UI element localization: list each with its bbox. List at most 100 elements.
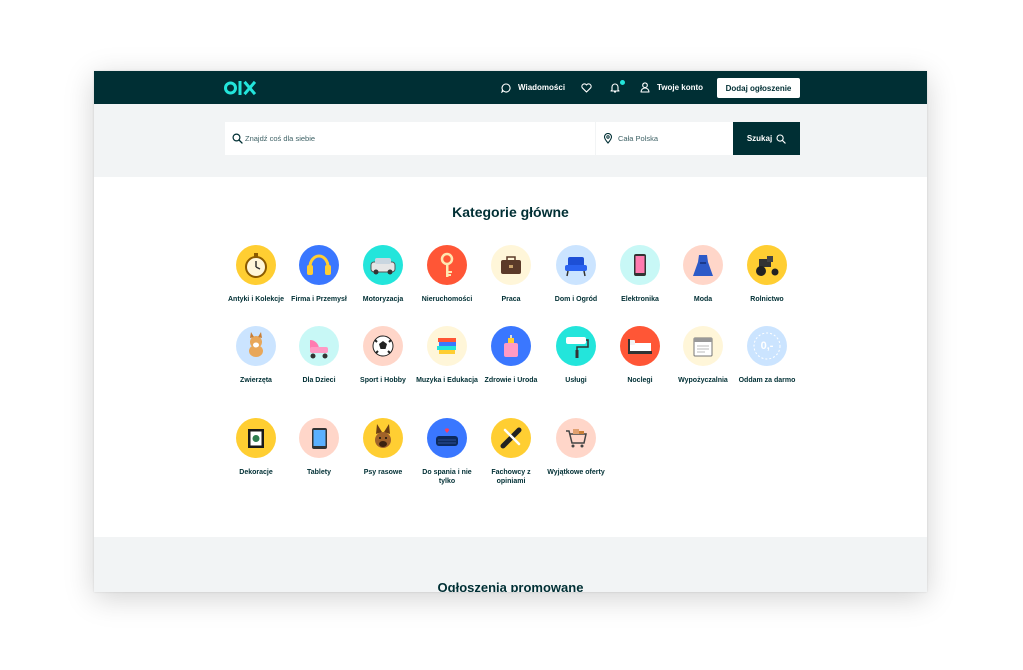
soccer-ball-icon <box>372 335 394 357</box>
category-label: Sport i Hobby <box>360 377 406 384</box>
category-label: Muzyka i Edukacja <box>416 377 478 384</box>
category-circle <box>491 326 531 366</box>
key-icon <box>440 252 454 277</box>
category-item[interactable]: Zwierzęta <box>224 326 288 385</box>
stroller-icon <box>310 340 328 359</box>
category-item[interactable]: Dom i Ogród <box>544 245 608 304</box>
category-label: Motoryzacja <box>362 296 404 303</box>
category-circle <box>491 418 531 458</box>
category-circle <box>427 326 467 366</box>
category-item[interactable]: Dekoracje <box>224 418 288 477</box>
category-item[interactable]: Motoryzacja <box>351 245 415 304</box>
category-circle <box>363 418 403 458</box>
category-item[interactable]: Fachowcy z opiniami <box>479 418 543 486</box>
notifications-link[interactable] <box>610 71 626 104</box>
category-item[interactable]: Dla Dzieci <box>287 326 351 385</box>
picture-frame-icon <box>248 429 264 448</box>
category-circle <box>363 326 403 366</box>
category-item[interactable]: Psy rasowe <box>351 418 415 477</box>
category-circle <box>236 245 276 285</box>
mattress-icon <box>436 428 458 446</box>
search-icon <box>776 133 786 144</box>
category-circle <box>427 418 467 458</box>
category-label: Psy rasowe <box>363 469 403 476</box>
category-circle <box>747 245 787 285</box>
price-badge: 0,- <box>760 340 774 352</box>
category-label: Firma i Przemysł <box>291 296 347 303</box>
category-item[interactable]: 0,- Oddam za darmo <box>735 326 799 385</box>
category-item[interactable]: Tablety <box>287 418 351 477</box>
category-circle <box>299 418 339 458</box>
category-circle <box>620 245 660 285</box>
tablet-icon <box>312 428 327 449</box>
category-label: Do spania i nie tylko <box>422 469 472 485</box>
category-label: Zdrowie i Uroda <box>484 377 538 384</box>
category-label: Noclegi <box>627 377 653 384</box>
chat-bubble-icon <box>501 82 511 93</box>
category-circle <box>683 245 723 285</box>
category-item[interactable]: Rolnictwo <box>735 245 799 304</box>
search-button-label: Szukaj <box>746 134 773 143</box>
category-item[interactable]: Do spania i nie tylko <box>415 418 479 486</box>
category-circle <box>620 326 660 366</box>
category-label: Oddam za darmo <box>738 377 796 384</box>
category-item[interactable]: Antyki i Kolekcje <box>224 245 288 304</box>
category-item[interactable]: Firma i Przemysł <box>287 245 351 304</box>
category-item[interactable]: Muzyka i Edukacja <box>415 326 479 385</box>
search-input[interactable] <box>245 122 585 155</box>
smartphone-icon <box>634 254 646 276</box>
category-item[interactable]: Nieruchomości <box>415 245 479 304</box>
category-circle <box>491 245 531 285</box>
category-label: Dekoracje <box>239 469 273 476</box>
category-label: Wypożyczalnia <box>678 377 728 384</box>
category-circle: 0,- <box>747 326 787 366</box>
search-divider <box>595 122 596 155</box>
category-item[interactable]: Wyjątkowe oferty <box>544 418 608 477</box>
category-circle <box>556 326 596 366</box>
books-icon <box>437 338 456 354</box>
promoted-title: Ogłoszenia promowane <box>437 580 584 592</box>
add-listing-button[interactable]: Dodaj ogłoszenie <box>717 78 800 98</box>
olx-logo[interactable] <box>224 79 260 97</box>
account-link[interactable]: Twoje konto <box>640 71 703 104</box>
user-icon <box>640 82 650 93</box>
category-label: Antyki i Kolekcje <box>227 296 285 303</box>
category-label: Moda <box>693 296 713 303</box>
dog-icon <box>249 332 263 357</box>
favorites-link[interactable] <box>581 71 592 104</box>
category-item[interactable]: Praca <box>479 245 543 304</box>
category-circle <box>236 418 276 458</box>
messages-link[interactable]: Wiadomości <box>501 71 565 104</box>
category-item[interactable]: Moda <box>671 245 735 304</box>
category-item[interactable]: Wypożyczalnia <box>671 326 735 385</box>
category-circle <box>683 326 723 366</box>
category-label: Tablety <box>307 469 331 476</box>
location-field[interactable]: Cała Polska <box>618 134 658 143</box>
top-navigation-bar: Wiadomości Twoje konto Dodaj ogłoszenie <box>94 71 927 104</box>
category-circle <box>556 245 596 285</box>
paint-roller-icon <box>566 337 589 358</box>
categories-title: Kategorie główne <box>452 204 569 220</box>
category-circle <box>236 326 276 366</box>
search-button[interactable]: Szukaj <box>733 122 800 155</box>
armchair-icon <box>565 257 587 277</box>
pocket-watch-icon <box>245 253 267 278</box>
heart-icon <box>581 82 592 93</box>
category-item[interactable]: Usługi <box>544 326 608 385</box>
notification-dot <box>619 79 626 86</box>
category-item[interactable]: Sport i Hobby <box>351 326 415 385</box>
category-label: Praca <box>501 296 521 303</box>
briefcase-icon <box>501 256 521 274</box>
category-circle <box>556 418 596 458</box>
browser-window: Wiadomości Twoje konto Dodaj ogłoszenie <box>94 71 927 592</box>
shopping-cart-icon <box>566 429 587 448</box>
category-label: Zwierzęta <box>240 377 272 384</box>
category-item[interactable]: Noclegi <box>608 326 672 385</box>
location-pin-icon <box>603 133 613 144</box>
category-item[interactable]: Zdrowie i Uroda <box>479 326 543 385</box>
car-icon <box>370 258 396 275</box>
category-item[interactable]: Elektronika <box>608 245 672 304</box>
search-icon <box>232 133 243 144</box>
bed-icon <box>628 339 652 354</box>
search-box: Cała Polska <box>225 122 733 155</box>
